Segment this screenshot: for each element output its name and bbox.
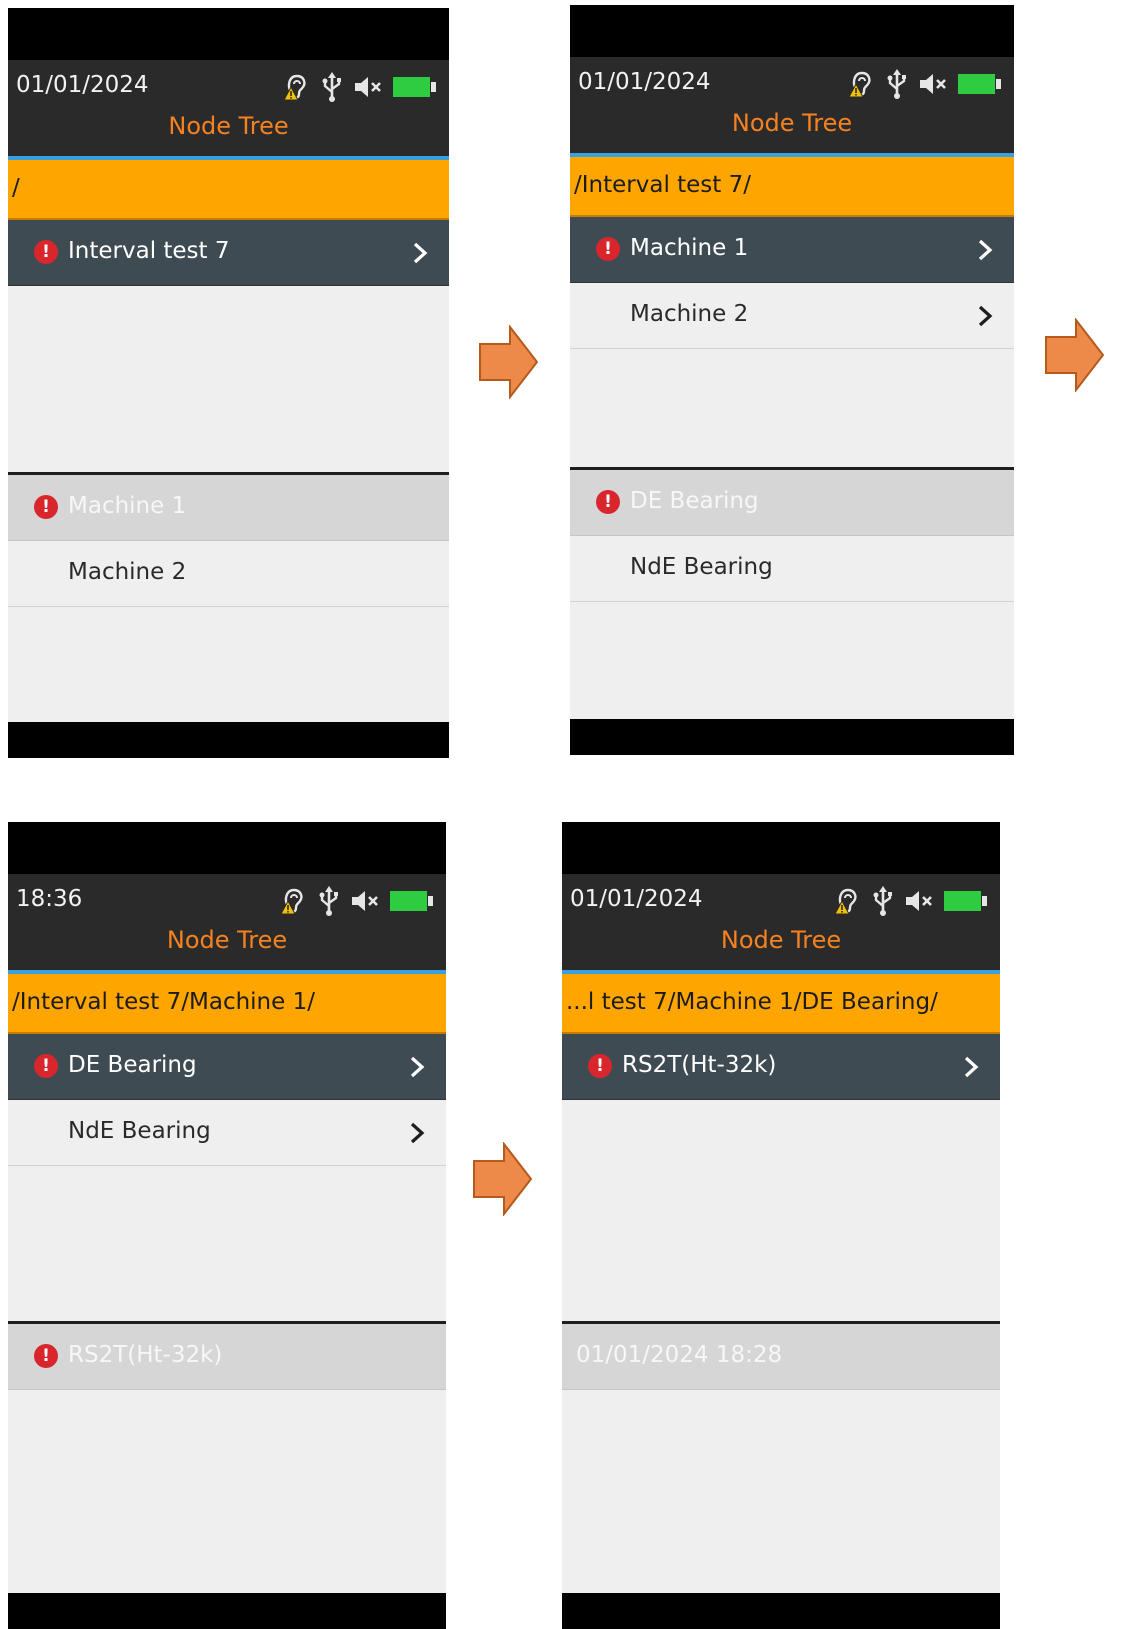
bottom-bar — [8, 722, 449, 758]
arrow-right-icon — [473, 1142, 533, 1216]
row-label: DE Bearing — [68, 1052, 197, 1078]
chevron-right-icon — [978, 239, 993, 261]
chevron-right-icon — [410, 1056, 425, 1078]
status-bar: 01/01/2024 Node Tree — [8, 60, 449, 160]
arrow-right-icon — [1045, 318, 1105, 392]
node-detail-list: 01/01/2024 18:28 — [562, 1324, 1000, 1593]
battery-icon — [958, 74, 1001, 94]
status-icons — [278, 886, 434, 916]
status-time: 18:36 — [16, 886, 83, 912]
speaker-mute-icon — [920, 74, 946, 94]
node-list: ! Machine 1 Machine 2 — [570, 217, 1014, 470]
node-list: ! DE Bearing NdE Bearing — [8, 1034, 446, 1324]
page-title: Node Tree — [166, 926, 288, 954]
usb-icon — [319, 886, 338, 916]
page-title: Node Tree — [720, 926, 842, 954]
row-label: Machine 2 — [68, 559, 187, 585]
breadcrumb: / — [8, 160, 449, 220]
list-item[interactable]: ! Interval test 7 — [8, 220, 449, 286]
node-detail-list: ! DE Bearing NdE Bearing — [570, 470, 1014, 719]
alert-icon: ! — [588, 1054, 612, 1078]
chevron-right-icon — [413, 242, 428, 264]
breadcrumb: ...l test 7/Machine 1/DE Bearing/ — [562, 974, 1000, 1034]
status-icons — [846, 69, 1002, 99]
bottom-bar — [8, 1593, 446, 1629]
detail-item: ! DE Bearing — [570, 470, 1014, 536]
row-label: NdE Bearing — [630, 554, 773, 580]
row-label: 01/01/2024 18:28 — [576, 1342, 783, 1368]
row-label: DE Bearing — [630, 488, 759, 514]
status-bar: 01/01/2024 Node Tree — [562, 874, 1000, 974]
detail-item: Machine 2 — [8, 541, 449, 607]
bottom-bar — [570, 719, 1014, 755]
arrow-right-icon — [479, 325, 539, 399]
row-label: Machine 1 — [630, 235, 749, 261]
chevron-right-icon — [964, 1056, 979, 1078]
row-label: RS2T(Ht-32k) — [68, 1342, 223, 1368]
node-detail-list: ! RS2T(Ht-32k) — [8, 1324, 446, 1593]
hearing-warning-icon — [283, 74, 306, 101]
status-time: 01/01/2024 — [578, 69, 711, 95]
speaker-mute-icon — [906, 891, 932, 911]
hearing-warning-icon — [848, 71, 871, 98]
row-label: RS2T(Ht-32k) — [622, 1052, 777, 1078]
list-item[interactable]: ! Machine 1 — [570, 217, 1014, 283]
device-screen: 01/01/2024 Node Tree ...l test 7/Machine 1… — [562, 822, 1000, 1629]
usb-icon — [887, 69, 906, 99]
page-title: Node Tree — [731, 109, 853, 137]
device-screen: 01/01/2024 Node Tree/Interval test 7/! Mac… — [570, 5, 1014, 755]
hearing-warning-icon — [834, 888, 857, 915]
row-label: NdE Bearing — [68, 1118, 211, 1144]
device-screen: 01/01/2024 Node Tree /! Interval test 7! Mac… — [8, 8, 449, 758]
bottom-bar — [562, 1593, 1000, 1629]
alert-icon: ! — [596, 237, 620, 261]
row-label: Machine 2 — [630, 301, 749, 327]
battery-icon — [944, 891, 987, 911]
status-icons — [281, 72, 437, 102]
chevron-right-icon — [410, 1122, 425, 1144]
speaker-mute-icon — [352, 891, 378, 911]
status-time: 01/01/2024 — [16, 72, 149, 98]
page-title: Node Tree — [168, 112, 289, 140]
status-bar: 01/01/2024 Node Tree — [570, 57, 1014, 157]
detail-item: ! Machine 1 — [8, 475, 449, 541]
list-item[interactable]: NdE Bearing — [8, 1100, 446, 1166]
alert-icon: ! — [34, 495, 58, 519]
chevron-right-icon — [978, 305, 993, 327]
list-item[interactable]: ! RS2T(Ht-32k) — [562, 1034, 1000, 1100]
breadcrumb: /Interval test 7/ — [570, 157, 1014, 217]
hearing-warning-icon — [280, 888, 303, 915]
list-item[interactable]: Machine 2 — [570, 283, 1014, 349]
alert-icon: ! — [34, 1054, 58, 1078]
status-icons — [832, 886, 988, 916]
row-label: Interval test 7 — [68, 238, 230, 264]
status-bar: 18:36 Node Tree — [8, 874, 446, 974]
detail-item: ! RS2T(Ht-32k) — [8, 1324, 446, 1390]
node-detail-list: ! Machine 1 Machine 2 — [8, 475, 449, 722]
breadcrumb: /Interval test 7/Machine 1/ — [8, 974, 446, 1034]
alert-icon: ! — [34, 1344, 58, 1368]
detail-item: NdE Bearing — [570, 536, 1014, 602]
usb-icon — [873, 886, 892, 916]
node-list: ! RS2T(Ht-32k) — [562, 1034, 1000, 1324]
device-screen: 18:36 Node Tree/Interval test 7/Machine 1… — [8, 822, 446, 1629]
detail-item: 01/01/2024 18:28 — [562, 1324, 1000, 1390]
row-label: Machine 1 — [68, 493, 187, 519]
battery-icon — [393, 77, 436, 97]
alert-icon: ! — [34, 240, 58, 264]
usb-icon — [322, 72, 341, 102]
alert-icon: ! — [596, 490, 620, 514]
node-list: ! Interval test 7 — [8, 220, 449, 475]
status-time: 01/01/2024 — [570, 886, 703, 912]
battery-icon — [390, 891, 433, 911]
speaker-mute-icon — [355, 77, 381, 97]
list-item[interactable]: ! DE Bearing — [8, 1034, 446, 1100]
